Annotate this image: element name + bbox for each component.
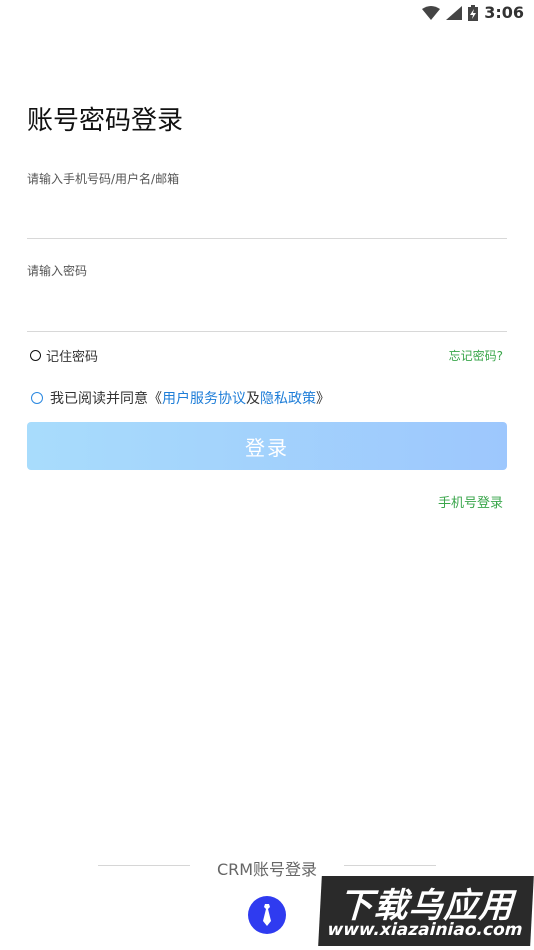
username-label: 请输入手机号码/用户名/邮箱 <box>27 172 180 186</box>
agree-radio-icon[interactable] <box>31 392 43 404</box>
password-input[interactable] <box>27 292 507 320</box>
agree-suffix: 》 <box>316 391 330 407</box>
agreement-row: 我已阅读并同意《用户服务协议及隐私政策》 <box>31 388 330 408</box>
wifi-icon <box>422 5 441 20</box>
password-label: 请输入密码 <box>27 264 88 278</box>
terms-link[interactable]: 用户服务协议 <box>162 391 246 407</box>
watermark-logo: 下载乌应用 www.xiazainiao.com <box>318 876 534 946</box>
agreement-text: 我已阅读并同意《用户服务协议及隐私政策》 <box>50 388 330 408</box>
status-bar: 3:06 <box>0 0 534 28</box>
agree-prefix: 我已阅读并同意《 <box>50 391 162 407</box>
battery-charging-icon <box>468 4 479 21</box>
username-input[interactable] <box>27 200 507 228</box>
username-underline <box>27 238 507 239</box>
password-underline <box>27 331 507 332</box>
status-icons: 3:06 <box>422 3 524 22</box>
forgot-password-link[interactable]: 忘记密码? <box>449 347 503 364</box>
crm-login-button[interactable] <box>248 896 286 934</box>
remember-radio-icon[interactable] <box>30 350 41 361</box>
remember-password-toggle[interactable]: 记住密码 <box>30 346 98 365</box>
signal-icon <box>446 5 463 20</box>
divider-right <box>344 865 436 866</box>
agree-and: 及 <box>246 391 260 407</box>
remember-label: 记住密码 <box>46 350 99 365</box>
watermark-url: www.xiazainiao.com <box>326 920 523 940</box>
privacy-link[interactable]: 隐私政策 <box>260 391 316 407</box>
status-time: 3:06 <box>484 3 524 22</box>
tie-icon <box>263 904 271 926</box>
phone-login-link[interactable]: 手机号登录 <box>438 492 503 511</box>
page-title: 账号密码登录 <box>27 106 184 136</box>
login-button[interactable]: 登录 <box>27 422 507 470</box>
